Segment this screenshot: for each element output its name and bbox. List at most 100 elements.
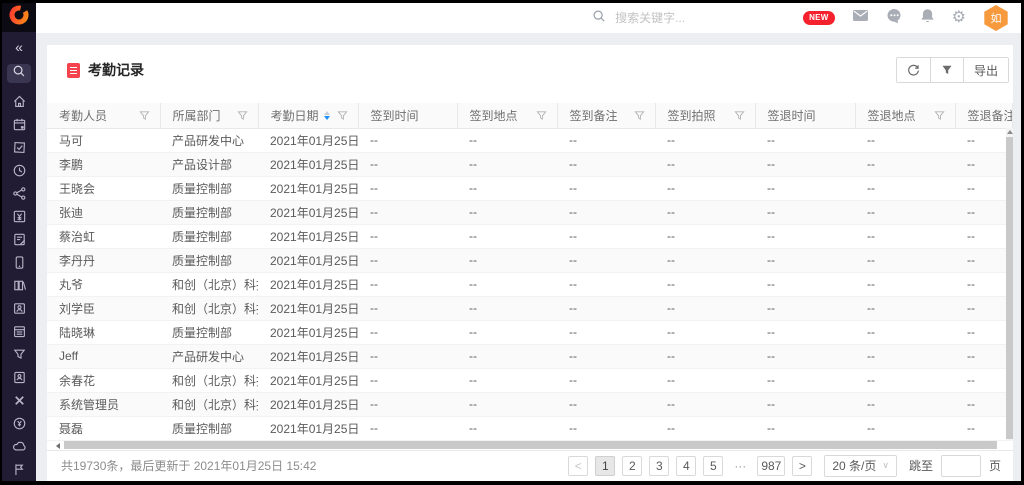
checkin-note-cell: -- — [557, 320, 655, 344]
sidebar-item-expense[interactable] — [2, 205, 36, 228]
table-row[interactable]: 李丹丹质量控制部2021年01月25日 00:00-------------- — [47, 248, 1013, 272]
department-cell: 质量控制部 — [160, 224, 258, 248]
table-row[interactable]: 陆晓琳质量控制部2021年01月25日 00:00-------------- — [47, 320, 1013, 344]
table-row[interactable]: 系统管理员和创（北京）科技股份...2021年01月25日 00:00-----… — [47, 392, 1013, 416]
table-row[interactable]: 马可产品研发中心2021年01月25日 00:00-------------- — [47, 128, 1013, 152]
department-cell: 质量控制部 — [160, 200, 258, 224]
sidebar-item-project[interactable] — [2, 458, 36, 481]
user-avatar[interactable]: 如 — [983, 5, 1009, 31]
cloud-icon — [12, 439, 27, 454]
sidebar-item-clock[interactable] — [2, 159, 36, 182]
sidebar-item-schedule[interactable] — [2, 320, 36, 343]
scroll-up-icon[interactable] — [1007, 130, 1013, 134]
checkin-photo-cell: -- — [655, 224, 755, 248]
id-card-icon — [12, 301, 27, 316]
sidebar-item-id-card[interactable] — [2, 297, 36, 320]
search-input[interactable] — [613, 10, 757, 26]
page-button-4[interactable]: 4 — [676, 456, 696, 476]
sidebar-item-funnel[interactable] — [2, 343, 36, 366]
scroll-left-icon[interactable] — [56, 443, 60, 449]
column-header[interactable]: 考勤人员 — [47, 103, 160, 128]
jump-to-label: 跳至 — [909, 457, 933, 474]
sidebar-item-calendar[interactable] — [2, 113, 36, 136]
attendee-name-cell: 余春花 — [47, 368, 160, 392]
close-icon — [12, 393, 27, 408]
department-cell: 质量控制部 — [160, 176, 258, 200]
sidebar-item-search[interactable] — [7, 64, 31, 83]
column-header[interactable]: 签到备注 — [557, 103, 655, 128]
table-row[interactable]: 张迪质量控制部2021年01月25日 00:00-------------- — [47, 200, 1013, 224]
column-header[interactable]: 签退地点 — [855, 103, 955, 128]
column-header[interactable]: 考勤日期 — [258, 103, 358, 128]
vertical-scrollbar-thumb[interactable] — [1006, 137, 1013, 439]
bell-icon[interactable] — [920, 8, 935, 29]
horizontal-scrollbar-thumb[interactable] — [64, 441, 997, 449]
filter-button[interactable] — [930, 58, 963, 82]
sidebar-item-mobile[interactable] — [2, 251, 36, 274]
column-filter-icon[interactable] — [734, 110, 745, 121]
table-row[interactable]: 李鹏产品设计部2021年01月25日 00:00-------------- — [47, 152, 1013, 176]
sidebar-item-currency[interactable] — [2, 412, 36, 435]
column-header[interactable]: 签到拍照 — [655, 103, 755, 128]
jump-page-input[interactable] — [941, 455, 981, 477]
table-row[interactable]: 王晓会质量控制部2021年01月25日 00:00-------------- — [47, 176, 1013, 200]
column-filter-icon[interactable] — [934, 110, 945, 121]
checkin-photo-cell: -- — [655, 296, 755, 320]
sidebar-collapse-button[interactable]: « — [15, 36, 23, 58]
column-filter-icon[interactable] — [337, 110, 348, 121]
next-page-button[interactable]: > — [792, 456, 812, 476]
table-row[interactable]: 刘学臣和创（北京）科技股份...2021年01月25日 00:00-------… — [47, 296, 1013, 320]
sidebar-item-report[interactable] — [2, 228, 36, 251]
prev-page-button[interactable]: < — [568, 456, 588, 476]
table-row[interactable]: Jeff产品研发中心2021年01月25日 00:00-------------… — [47, 344, 1013, 368]
checkin-time-cell: -- — [358, 152, 457, 176]
attendee-name-cell: 丸爷 — [47, 272, 160, 296]
page-button-5[interactable]: 5 — [703, 456, 723, 476]
column-header[interactable]: 签到地点 — [457, 103, 557, 128]
table-row[interactable]: 丸爷和创（北京）科技股份...2021年01月25日 00:00--------… — [47, 272, 1013, 296]
sidebar-item-home[interactable] — [2, 90, 36, 113]
page-button-987[interactable]: 987 — [757, 456, 785, 476]
sidebar-item-approval[interactable] — [2, 136, 36, 159]
sidebar-item-archive[interactable] — [2, 366, 36, 389]
sidebar-item-library[interactable] — [2, 274, 36, 297]
app-logo[interactable] — [2, 3, 36, 32]
column-filter-icon[interactable] — [139, 110, 150, 121]
chat-icon[interactable] — [886, 8, 903, 29]
table-row[interactable]: 蔡治虹质量控制部2021年01月25日 00:00-------------- — [47, 224, 1013, 248]
sort-icon[interactable] — [324, 111, 330, 120]
refresh-button[interactable] — [897, 58, 930, 82]
column-header[interactable]: 所属部门 — [160, 103, 258, 128]
horizontal-scrollbar[interactable] — [47, 441, 1013, 450]
vertical-scrollbar[interactable] — [1006, 128, 1013, 441]
table-row[interactable]: 余春花和创（北京）科技股份...2021年01月25日 00:00-------… — [47, 368, 1013, 392]
approval-icon — [12, 140, 27, 155]
new-badge[interactable]: NEW — [803, 11, 835, 25]
inbox-icon[interactable] — [852, 8, 869, 28]
page-button-3[interactable]: 3 — [649, 456, 669, 476]
page-ellipsis: ··· — [730, 456, 750, 476]
table-toolbar: 导出 — [896, 57, 1009, 83]
column-filter-icon[interactable] — [536, 110, 547, 121]
sidebar-item-close[interactable] — [2, 389, 36, 412]
column-header[interactable]: 签退时间 — [755, 103, 855, 128]
column-header[interactable]: 签退备注 — [955, 103, 1013, 128]
sidebar-item-cloud[interactable] — [2, 435, 36, 458]
page-button-2[interactable]: 2 — [622, 456, 642, 476]
expense-icon — [12, 209, 27, 224]
global-search[interactable] — [592, 9, 757, 28]
table-row[interactable]: 聂磊质量控制部2021年01月25日 00:00-------------- — [47, 416, 1013, 440]
checkout-note-cell: -- — [955, 200, 1013, 224]
page-size-select[interactable]: 20 条/页∨ — [824, 455, 897, 477]
gear-icon[interactable]: ⚙ — [952, 10, 966, 26]
checkin-note-cell: -- — [557, 224, 655, 248]
checkin-photo-cell: -- — [655, 344, 755, 368]
checkin-photo-cell: -- — [655, 392, 755, 416]
column-header[interactable]: 签到时间 — [358, 103, 457, 128]
checkin-location-cell: -- — [457, 392, 557, 416]
page-button-1[interactable]: 1 — [595, 456, 615, 476]
sidebar-item-share[interactable] — [2, 182, 36, 205]
column-filter-icon[interactable] — [634, 110, 645, 121]
export-button[interactable]: 导出 — [963, 58, 1008, 82]
column-filter-icon[interactable] — [237, 110, 248, 121]
